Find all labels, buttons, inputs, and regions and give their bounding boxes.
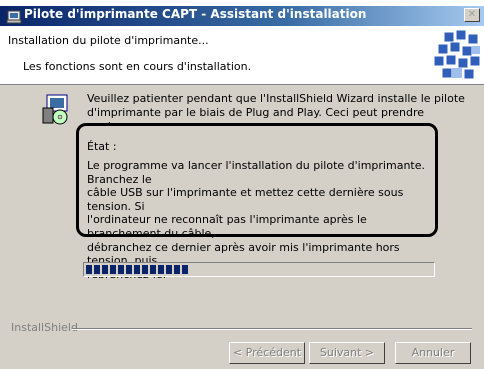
- progress-block: [102, 265, 108, 274]
- progress-block: [134, 265, 140, 274]
- progress-block: [94, 265, 100, 274]
- installshield-label: InstallShield: [11, 321, 78, 334]
- progress-fill: [86, 265, 188, 274]
- progress-block: [126, 265, 132, 274]
- progress-block: [150, 265, 156, 274]
- progress-block: [158, 265, 164, 274]
- close-button[interactable]: ✕: [464, 8, 480, 22]
- installer-icon: [42, 94, 68, 125]
- progress-bar: [83, 262, 435, 277]
- header-graphic-icon: [433, 29, 481, 80]
- progress-block: [86, 265, 92, 274]
- progress-block: [182, 265, 188, 274]
- close-icon: ✕: [467, 9, 477, 20]
- progress-block: [110, 265, 116, 274]
- status-label: État :: [87, 140, 117, 153]
- header-subtitle: Les fonctions sont en cours d'installati…: [23, 60, 252, 73]
- status-callout: État : Le programme va lancer l'installa…: [76, 123, 438, 281]
- footer-divider: [72, 328, 472, 330]
- header-title: Installation du pilote d'imprimante...: [8, 34, 209, 47]
- installer-app-icon: [6, 8, 22, 24]
- progress-block: [174, 265, 180, 274]
- title-bar[interactable]: Pilote d'imprimante CAPT - Assistant d'i…: [0, 6, 484, 26]
- dialog-body: Veuillez patienter pendant que l'Install…: [0, 85, 484, 369]
- installer-window: Pilote d'imprimante CAPT - Assistant d'i…: [0, 0, 484, 369]
- progress-block: [118, 265, 124, 274]
- back-button[interactable]: < Précédent: [229, 342, 305, 364]
- next-button[interactable]: Suivant >: [309, 342, 385, 364]
- window-title: Pilote d'imprimante CAPT - Assistant d'i…: [24, 7, 367, 21]
- header-banner: Installation du pilote d'imprimante... L…: [0, 26, 484, 85]
- progress-block: [142, 265, 148, 274]
- progress-block: [166, 265, 172, 274]
- cancel-button[interactable]: Annuler: [395, 342, 471, 364]
